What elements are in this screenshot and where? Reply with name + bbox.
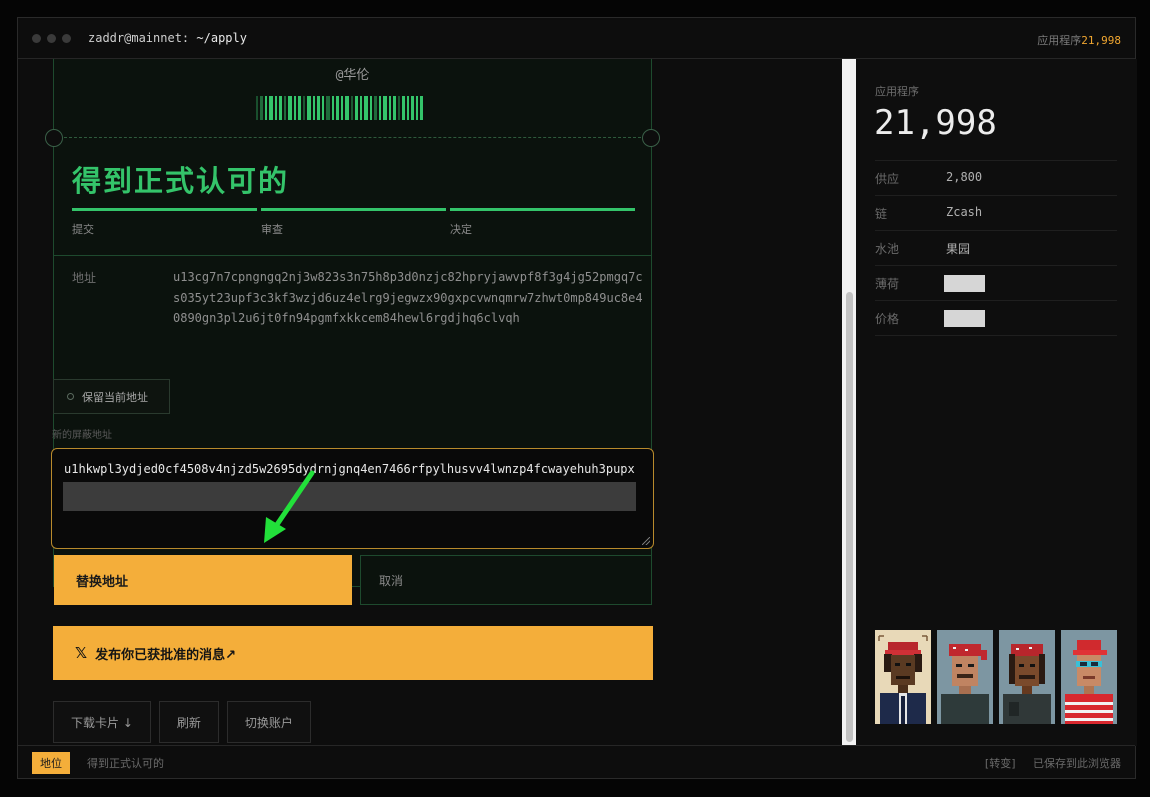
progress-steps: 提交 审查 决定 — [72, 208, 635, 237]
pixel-avatar[interactable] — [999, 630, 1055, 724]
stat-value: 果园 — [946, 242, 971, 256]
refresh-button[interactable]: 刷新 — [158, 701, 219, 743]
pixel-avatar[interactable] — [1061, 630, 1117, 724]
stat-value: Zcash — [946, 205, 983, 219]
redacted-value — [944, 310, 985, 327]
close-dot[interactable] — [32, 34, 41, 43]
redacted-text-block — [63, 482, 636, 511]
stat-row-price: 价格 — [875, 300, 1117, 336]
step-label: 决定 — [450, 223, 472, 236]
title-bar: zaddr@mainnet: ~/apply 应用程序21,998 — [18, 18, 1135, 59]
stat-row-mint: 薄荷 — [875, 265, 1117, 300]
card-handle: @华伦 — [335, 68, 370, 83]
new-address-textarea[interactable]: u1hkwpl3ydjed0cf4508v4njzd5w2695dydrnjgn… — [51, 448, 654, 549]
status-bar-right: [转变] 已保存到此浏览器 — [985, 755, 1121, 771]
user-host: zaddr@mainnet: — [88, 31, 190, 45]
perforation-line — [64, 137, 641, 138]
applications-label: 应用程序 — [875, 85, 919, 98]
radio-ring-icon — [67, 393, 74, 400]
app-window: zaddr@mainnet: ~/apply 应用程序21,998 @华伦 得到… — [17, 17, 1137, 779]
share-approval-label: 发布你已获批准的消息↗ — [95, 647, 236, 663]
step-label: 提交 — [72, 223, 94, 236]
ticket-notch-right — [642, 129, 660, 147]
keep-address-button[interactable]: 保留当前地址 — [53, 379, 170, 414]
application-counter-label: 应用程序 — [1037, 34, 1082, 47]
main-content: @华伦 得到正式认可的 提交 审查 决定 地址 u13cg7n7cpngngq2… — [18, 59, 840, 746]
stats-list: 供应 2,800 链 Zcash 水池 果园 薄荷 价格 — [875, 160, 1117, 336]
stat-row-pool: 水池 果园 — [875, 230, 1117, 265]
pixel-avatar[interactable] — [937, 630, 993, 724]
scrollbar-thumb[interactable] — [846, 292, 853, 742]
stat-key: 链 — [875, 207, 888, 221]
stat-key: 价格 — [875, 312, 900, 326]
card-actions: 下载卡片 ↓ 刷新 切换账户 — [53, 701, 311, 743]
scrollbar[interactable] — [842, 59, 856, 746]
card-divider — [54, 255, 651, 256]
window-title: zaddr@mainnet: ~/apply — [88, 31, 247, 45]
stat-key: 薄荷 — [875, 277, 900, 291]
maximize-dot[interactable] — [62, 34, 71, 43]
status-bar: 地位 得到正式认可的 [转变] 已保存到此浏览器 — [18, 745, 1135, 778]
stat-value: 2,800 — [946, 170, 983, 184]
status-text: 得到正式认可的 — [87, 757, 164, 770]
avatar-gallery — [875, 630, 1117, 724]
step-review: 审查 — [261, 208, 446, 237]
step-submit: 提交 — [72, 208, 257, 237]
current-path: ~/apply — [196, 31, 247, 45]
new-address-label: 新的屏蔽地址 — [52, 430, 112, 441]
info-sidebar: 应用程序 21,998 供应 2,800 链 Zcash 水池 果园 薄荷 价格 — [856, 59, 1137, 746]
resize-grip-icon[interactable] — [642, 537, 650, 545]
pixel-avatar[interactable] — [875, 630, 931, 724]
cancel-button[interactable]: 取消 — [360, 555, 652, 605]
saved-indicator: 已保存到此浏览器 — [1033, 757, 1121, 770]
annotation-arrow-icon — [264, 470, 315, 543]
barcode-graphic — [256, 96, 448, 120]
status-badge: 地位 — [32, 752, 70, 774]
applications-count: 21,998 — [874, 103, 997, 143]
address-label: 地址 — [72, 271, 97, 285]
switch-account-button[interactable]: 切换账户 — [226, 701, 311, 743]
approval-status-title: 得到正式认可的 — [72, 164, 290, 198]
application-counter: 应用程序21,998 — [1037, 32, 1121, 48]
step-label: 审查 — [261, 223, 283, 236]
stat-row-supply: 供应 2,800 — [875, 160, 1117, 195]
new-address-value: u1hkwpl3ydjed0cf4508v4njzd5w2695dydrnjgn… — [64, 462, 635, 476]
stat-key: 水池 — [875, 242, 900, 256]
download-card-button[interactable]: 下载卡片 ↓ — [53, 701, 151, 743]
current-address: u13cg7n7cpngngq2nj3w823s3n75h8p3d0nzjc82… — [173, 270, 643, 325]
minimize-dot[interactable] — [47, 34, 56, 43]
toggle-link[interactable]: [转变] — [985, 757, 1016, 770]
application-counter-value: 21,998 — [1081, 34, 1121, 47]
x-logo-icon: 𝕏 — [75, 644, 88, 662]
share-approval-button[interactable]: 𝕏 发布你已获批准的消息↗ — [53, 626, 653, 680]
redacted-value — [944, 275, 985, 292]
ticket-notch-left — [45, 129, 63, 147]
keep-address-label: 保留当前地址 — [82, 390, 148, 404]
stat-key: 供应 — [875, 172, 900, 186]
replace-address-button[interactable]: 替换地址 — [54, 555, 352, 605]
step-decision: 决定 — [450, 208, 635, 237]
stat-row-chain: 链 Zcash — [875, 195, 1117, 230]
